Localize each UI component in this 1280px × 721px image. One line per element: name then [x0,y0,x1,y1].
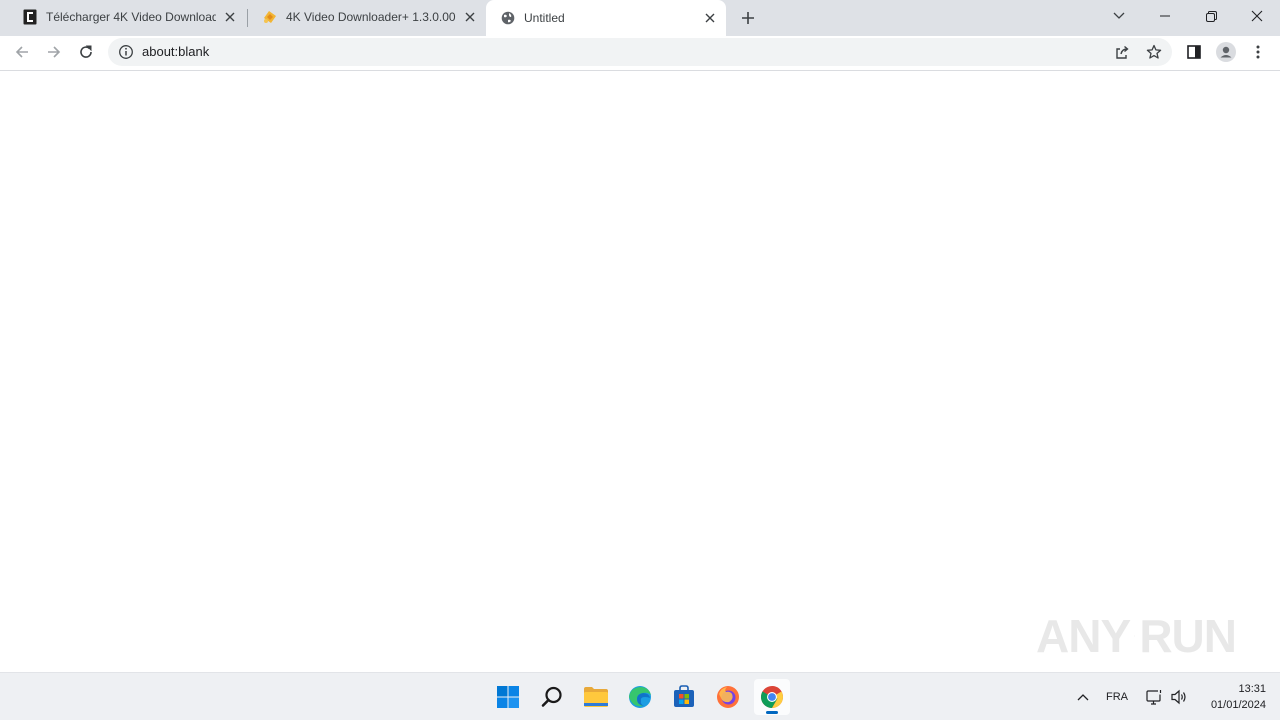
close-window-button[interactable] [1234,0,1280,32]
menu-button[interactable] [1244,38,1272,66]
minimize-icon [1160,15,1170,17]
close-icon[interactable] [462,9,478,25]
volume-control[interactable] [1168,673,1190,721]
tab-strip: Télécharger 4K Video Downloader 4K Video… [0,0,1280,36]
tab-untitled[interactable]: Untitled [486,0,726,36]
tab-search-button[interactable] [1096,0,1142,32]
language-label: FRA [1106,691,1128,703]
profile-button[interactable] [1212,38,1240,66]
tab-title: Untitled [524,11,565,25]
taskbar: FRA 13:31 01/01/2024 [0,672,1280,720]
arrow-left-icon [15,46,28,58]
tab-title: Télécharger 4K Video Downloader [46,10,216,24]
close-icon[interactable] [702,10,718,26]
side-panel-button[interactable] [1180,38,1208,66]
restore-button[interactable] [1188,0,1234,32]
minimize-button[interactable] [1142,0,1188,32]
chevron-down-icon [1113,12,1125,19]
watermark-left: ANY [1036,610,1131,662]
share-icon [1116,45,1129,59]
network-status[interactable] [1144,673,1166,721]
site-logo-icon [22,9,38,25]
new-tab-button[interactable] [736,6,760,30]
firefox-icon[interactable] [710,679,746,715]
edge-icon[interactable] [622,679,658,715]
language-indicator[interactable]: FRA [1102,673,1132,721]
4k-downloader-icon [262,9,278,25]
windows-start-icon[interactable] [490,679,526,715]
side-panel-icon [1187,45,1201,59]
file-explorer-icon[interactable] [578,679,614,715]
clock-date: 01/01/2024 [1210,699,1266,711]
url-text[interactable]: about:blank [142,44,209,59]
avatar-icon [1216,42,1236,62]
close-icon [1251,10,1263,22]
back-button[interactable] [8,38,36,66]
more-vert-icon [1256,45,1260,59]
plus-icon [742,12,754,24]
globe-icon [500,10,516,26]
search-icon[interactable] [534,679,570,715]
tab-title: 4K Video Downloader+ 1.3.0.0038 [286,10,456,24]
tab-4k-video-downloader[interactable]: 4K Video Downloader+ 1.3.0.0038 [248,0,486,34]
reload-icon [80,45,92,58]
info-icon[interactable] [118,44,134,60]
reload-button[interactable] [72,38,100,66]
system-clock[interactable]: 13:31 01/01/2024 [1196,681,1266,713]
show-hidden-icons-button[interactable] [1072,673,1094,721]
star-icon [1146,44,1162,59]
restore-icon [1205,10,1217,22]
chrome-icon[interactable] [754,679,790,715]
chevron-up-icon [1077,694,1089,701]
tab-telecharger[interactable]: Télécharger 4K Video Downloader [8,0,246,34]
share-button[interactable] [1110,40,1134,64]
forward-button[interactable] [40,38,68,66]
arrow-right-icon [48,46,61,58]
clock-time: 13:31 [1238,683,1266,695]
anyrun-watermark: ANY RUN [1036,604,1237,668]
network-icon [1146,689,1163,705]
page-content [0,71,1280,672]
bookmark-button[interactable] [1142,40,1166,64]
close-icon[interactable] [222,9,238,25]
play-logo-icon [1134,635,1136,637]
speaker-icon [1171,689,1186,705]
address-bar[interactable]: about:blank [108,38,1172,66]
watermark-right: RUN [1139,610,1237,662]
browser-toolbar: about:blank [0,36,1280,71]
store-icon[interactable] [666,679,702,715]
